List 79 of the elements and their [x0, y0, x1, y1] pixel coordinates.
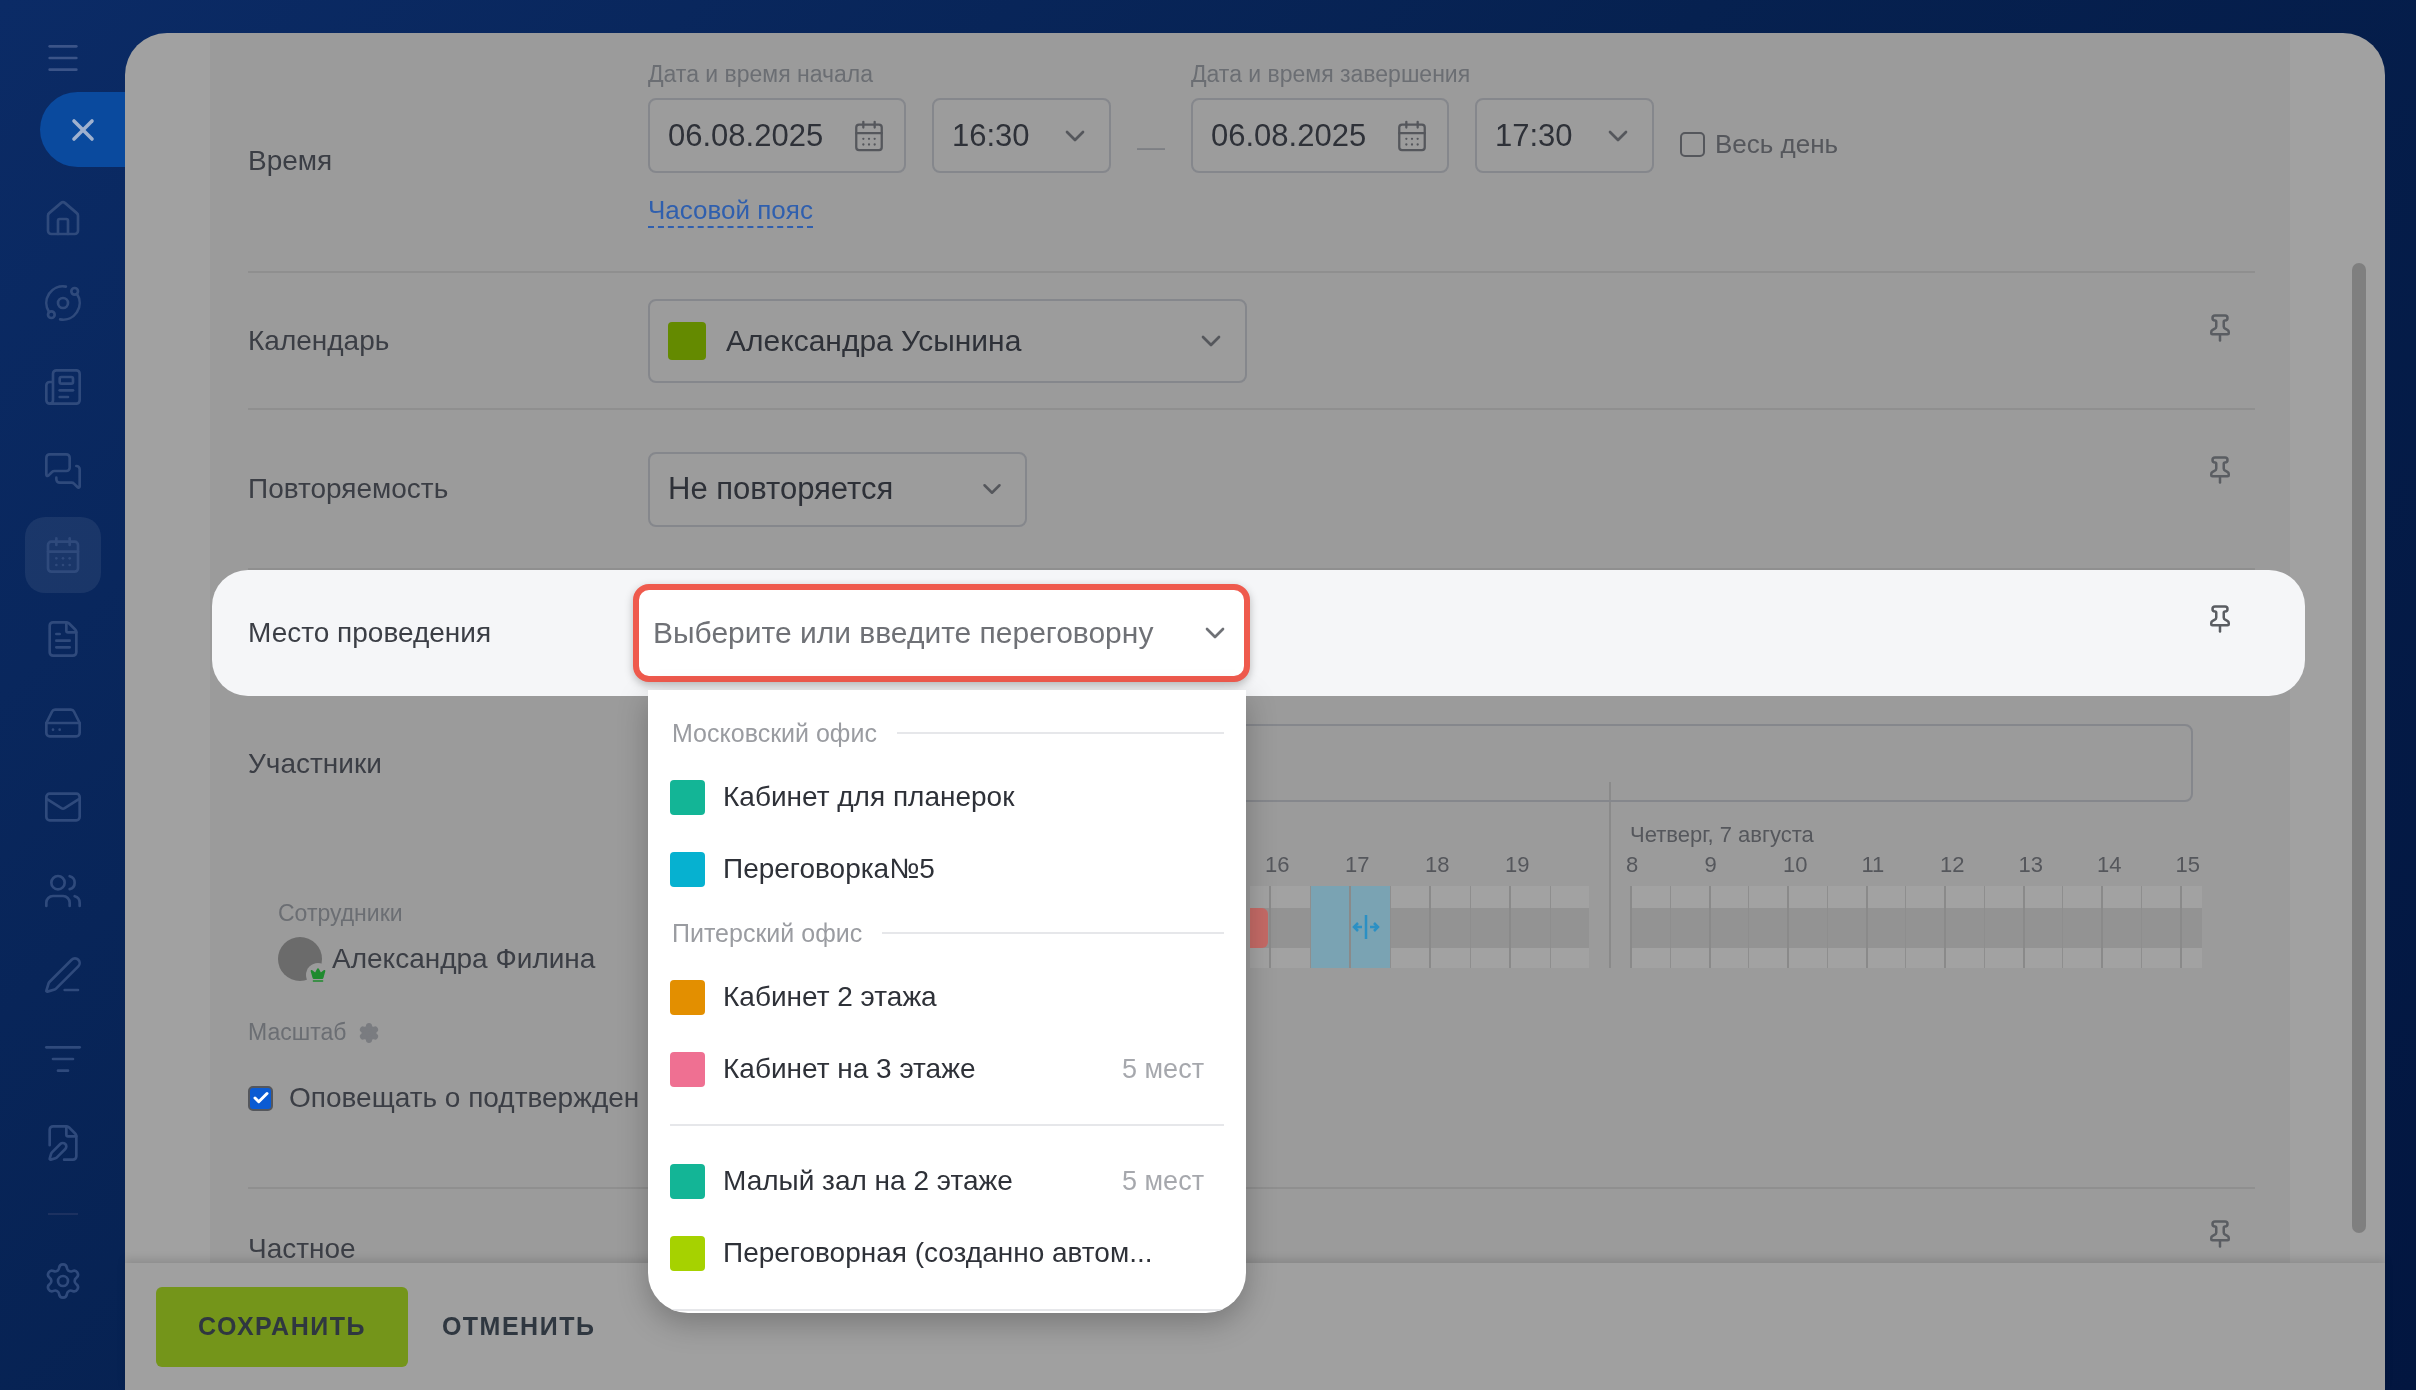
time-select[interactable]: 17:30 [1475, 98, 1654, 173]
timeline-slot[interactable] [2022, 886, 2063, 968]
save-button[interactable]: СОХРАНИТЬ [156, 1286, 408, 1367]
repeat-select[interactable]: Не повторяется [648, 451, 1027, 527]
hour-label: 11 [1861, 852, 1886, 879]
timeline-slot[interactable] [1826, 886, 1866, 968]
group-title: Питерский офис [671, 918, 863, 948]
room-option[interactable]: Малый зал на 2 этаже 5 мест [670, 1145, 1224, 1217]
hour-label: 15 [2175, 852, 2201, 879]
room-option[interactable]: Кабинет для планерок [670, 761, 1224, 833]
timeline-slot[interactable] [2101, 886, 2141, 968]
room-option[interactable]: Переговорная (созданно автом... [670, 1217, 1224, 1289]
field-label: Место проведения [248, 617, 493, 649]
checkbox[interactable] [1680, 132, 1705, 157]
hour-label: 10 [1783, 852, 1809, 879]
hour-label: 8 [1626, 852, 1640, 879]
hour-label: 19 [1505, 852, 1531, 879]
timeline-slot[interactable] [1469, 886, 1509, 968]
field-label: Время [248, 145, 334, 177]
cancel-button[interactable]: ОТМЕНИТЬ [441, 1286, 596, 1367]
circles-icon [42, 283, 83, 323]
checkbox[interactable] [248, 1085, 273, 1111]
newspaper-icon [42, 367, 83, 407]
pen-icon [42, 955, 83, 995]
field-label: Частное [248, 1233, 357, 1265]
selected-slot[interactable] [1309, 886, 1349, 968]
timeline-slot[interactable] [2179, 886, 2202, 968]
select-value: Александра Усынина [726, 323, 1022, 358]
group-title: Московский офис [671, 718, 877, 748]
timeline-slot[interactable] [1269, 886, 1310, 968]
timeline-slot[interactable] [1787, 886, 1827, 968]
field-label: Участники [248, 748, 383, 780]
timeline-slot[interactable] [1944, 886, 1984, 968]
checkbox-label: Весь день [1715, 129, 1839, 160]
busy-block [1250, 908, 1268, 948]
checkbox-label: Оповещать о подтвержден [289, 1082, 640, 1114]
range-dash: — [1137, 131, 1165, 163]
timeline-slot[interactable] [1429, 886, 1470, 968]
resize-icon[interactable] [1351, 912, 1381, 942]
timeline-slot[interactable] [1708, 886, 1749, 968]
room-select[interactable]: Выберите или введите переговорну [633, 584, 1250, 682]
timeline-slot[interactable] [1630, 886, 1670, 968]
hour-label: 18 [1425, 852, 1451, 879]
hour-label: 9 [1704, 852, 1718, 879]
room-option[interactable]: Переговорка№5 [670, 833, 1224, 905]
date-field[interactable]: 06.08.2025 [648, 98, 906, 173]
settings-icon[interactable] [358, 1021, 381, 1044]
day-label: Четверг, 7 августа [1630, 822, 1815, 849]
timeline-slot[interactable] [2062, 886, 2101, 968]
calendar-icon [1395, 118, 1429, 153]
timeline-slot[interactable] [1509, 886, 1550, 968]
field-label: Календарь [248, 324, 391, 357]
hour-label: 17 [1345, 852, 1371, 879]
close-button[interactable] [40, 92, 125, 167]
timeline-slot[interactable] [1748, 886, 1787, 968]
timeline-slot[interactable] [1983, 886, 2023, 968]
selected-slot[interactable] [1349, 886, 1390, 968]
sidebar-item[interactable] [24, 517, 101, 593]
room-input[interactable]: Выберите или введите переговорну [653, 616, 1193, 650]
room-option[interactable]: Кабинет 2 этажа [670, 961, 1224, 1033]
hour-label: 13 [2018, 852, 2044, 879]
hour-label: 12 [1940, 852, 1966, 879]
timeline-slot[interactable] [1865, 886, 1906, 968]
calendar-select[interactable]: Александра Усынина [648, 298, 1247, 383]
chat-icon [42, 451, 83, 491]
date-field[interactable]: 06.08.2025 [1191, 98, 1449, 173]
scrollbar[interactable] [2352, 263, 2366, 1233]
timeline-slot[interactable] [1389, 886, 1429, 968]
time-select[interactable]: 16:30 [932, 98, 1111, 173]
field-label: Повторяемость [248, 473, 450, 505]
calendar-icon [852, 118, 886, 153]
hour-label: 16 [1265, 852, 1291, 879]
timeline-slot[interactable] [2140, 886, 2180, 968]
timeline-slot[interactable] [1250, 886, 1269, 968]
timeline-slot[interactable] [1669, 886, 1709, 968]
participant-name: Александра Филина [332, 943, 596, 975]
hour-label: 14 [2097, 852, 2123, 879]
room-option[interactable]: Кабинет на 3 этаже 5 мест [670, 1033, 1224, 1105]
timeline-slot[interactable] [1905, 886, 1944, 968]
